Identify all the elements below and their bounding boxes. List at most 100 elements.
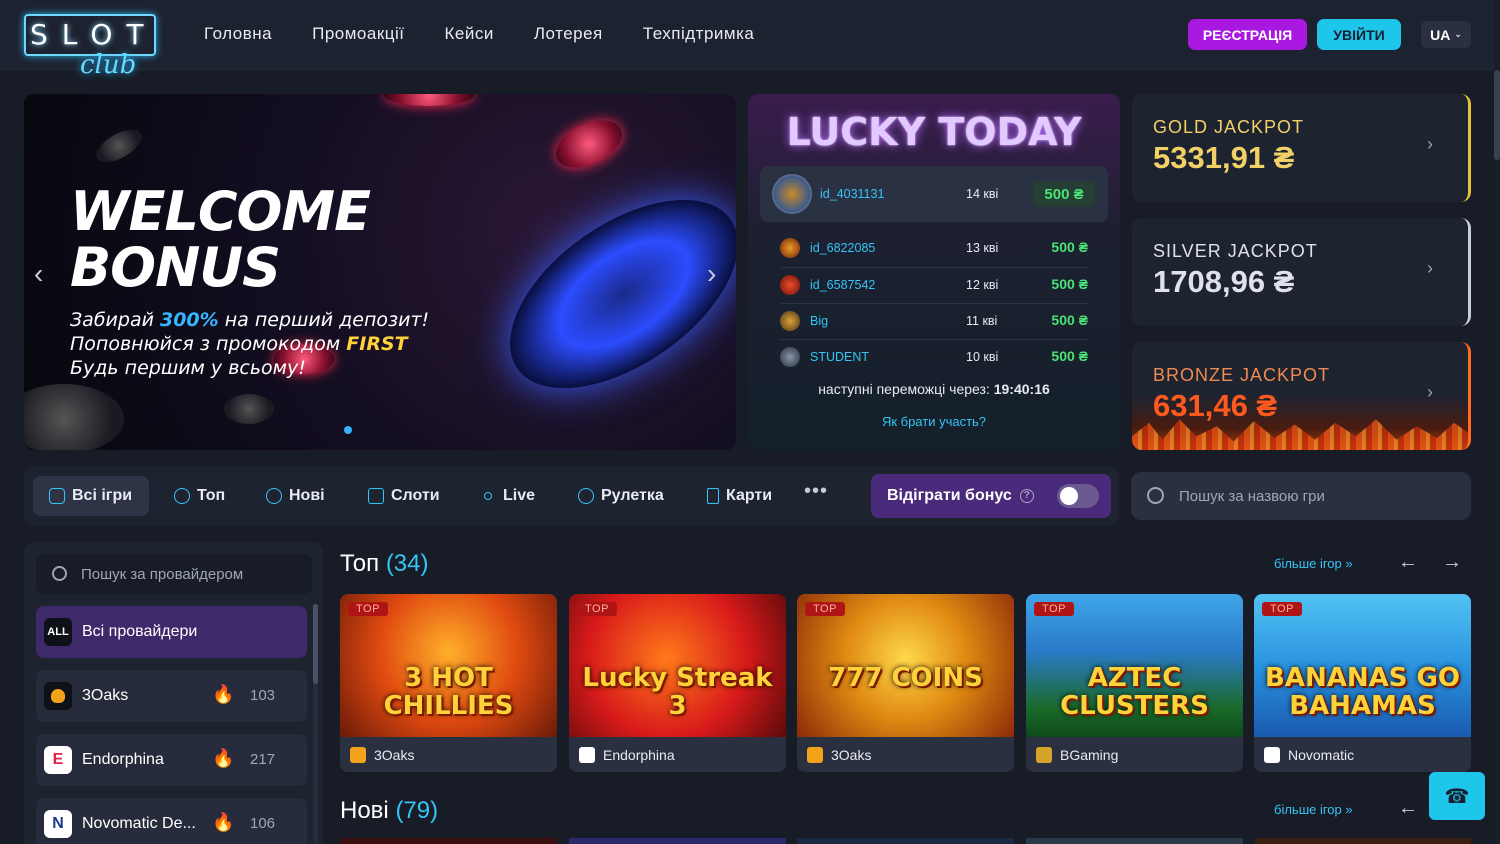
winner-amount: 500 ₴ bbox=[1051, 348, 1088, 364]
game-card[interactable]: Lucky Streak 3 TOP Endorphina bbox=[569, 594, 786, 772]
nav-support[interactable]: Техпідтримка bbox=[643, 24, 755, 44]
game-card[interactable]: AZTEC CLUSTERS TOP BGaming bbox=[1026, 594, 1243, 772]
support-chat-button[interactable]: ☎ bbox=[1429, 772, 1485, 820]
game-card[interactable]: BANANAS GO BAHAMAS TOP Novomatic bbox=[1254, 594, 1471, 772]
winner-user[interactable]: id_4031131 bbox=[820, 187, 884, 201]
game-search-input[interactable]: Пошук за назвою гри bbox=[1131, 472, 1471, 520]
tab-new[interactable]: Нові bbox=[266, 476, 325, 516]
game-card[interactable]: 777 COINS TOP 3Oaks bbox=[797, 594, 1014, 772]
game-title: 777 COINS bbox=[828, 663, 983, 693]
tab-all-games[interactable]: Всі ігри bbox=[33, 476, 149, 516]
new-games-row-edge bbox=[340, 838, 1471, 844]
more-categories-icon[interactable]: ••• bbox=[804, 480, 828, 503]
chevron-right-icon: › bbox=[1427, 134, 1433, 154]
search-icon bbox=[52, 566, 67, 581]
tab-live[interactable]: Live bbox=[484, 476, 535, 516]
bronze-jackpot-card[interactable]: BRONZE JACKPOT 631,46 ₴ › bbox=[1132, 342, 1471, 450]
winner-user[interactable]: Big bbox=[810, 314, 828, 328]
game-title: BANANAS GO BAHAMAS bbox=[1265, 663, 1460, 721]
provider-count: 103 bbox=[250, 687, 276, 704]
cards-icon bbox=[707, 488, 719, 504]
winner-amount: 500 ₴ bbox=[1051, 276, 1088, 292]
tab-top[interactable]: Топ bbox=[174, 476, 225, 516]
wager-bonus-toggle[interactable]: Відіграти бонус ? bbox=[871, 474, 1111, 518]
tab-roulette[interactable]: Рулетка bbox=[578, 476, 664, 516]
banner-next-arrow-icon[interactable]: › bbox=[707, 258, 716, 290]
fire-icon: 🔥 bbox=[212, 748, 235, 768]
winner-date: 11 кві bbox=[966, 314, 998, 328]
chip-illustration bbox=[24, 384, 124, 450]
silver-jackpot-card[interactable]: SILVER JACKPOT 1708,96 ₴ › bbox=[1132, 218, 1471, 326]
provider-sidebar: Пошук за провайдером ALL Всі провайдери … bbox=[24, 542, 323, 844]
game-provider: BGaming bbox=[1026, 737, 1243, 772]
arrow-left-icon[interactable]: ← bbox=[1398, 797, 1418, 820]
category-bar: Всі ігри Топ Нові Слоти Live Рулетка Кар… bbox=[24, 466, 1119, 526]
nav-home[interactable]: Головна bbox=[204, 24, 272, 44]
section-title-new: Нові (79) bbox=[340, 797, 439, 824]
lucky-winner-row: id_6587542 12 кві 500 ₴ bbox=[780, 275, 1088, 295]
chip-illustration bbox=[224, 394, 274, 424]
avatar bbox=[780, 238, 800, 258]
login-button[interactable]: УВІЙТИ bbox=[1317, 19, 1401, 50]
top-badge: TOP bbox=[1034, 602, 1074, 616]
provider-item-novomatic[interactable]: N Novomatic De... 🔥 106 bbox=[36, 798, 307, 844]
nav-cases[interactable]: Кейси bbox=[445, 24, 494, 44]
provider-scrollbar-thumb[interactable] bbox=[313, 604, 318, 684]
logo-text: SLOT bbox=[30, 18, 158, 51]
provider-item-3oaks[interactable]: 3Oaks 🔥 103 bbox=[36, 670, 307, 722]
avatar bbox=[772, 174, 812, 214]
nav-promotions[interactable]: Промоакції bbox=[312, 24, 404, 44]
jackpot-value: 1708,96 ₴ bbox=[1153, 264, 1295, 299]
game-card[interactable]: 3 HOT CHILLIES TOP 3Oaks bbox=[340, 594, 557, 772]
banner-line-3: Будь першим у всьому! bbox=[70, 357, 306, 379]
avatar bbox=[780, 275, 800, 295]
bgaming-icon bbox=[1036, 747, 1052, 763]
acorn-icon bbox=[807, 747, 823, 763]
winner-date: 12 кві bbox=[966, 278, 999, 292]
winner-user[interactable]: id_6587542 bbox=[810, 278, 875, 292]
site-logo[interactable]: SLOT club bbox=[24, 14, 156, 84]
chip-illustration bbox=[91, 123, 147, 169]
banner-line-1: Забирай 300% на перший депозит! bbox=[70, 309, 430, 331]
next-winners-timer: наступні переможці через: 19:40:16 bbox=[818, 381, 1050, 397]
arrow-left-icon[interactable]: ← bbox=[1398, 551, 1418, 574]
game-provider: Endorphina bbox=[569, 737, 786, 772]
top-badge: TOP bbox=[1262, 602, 1302, 616]
bonus-switch[interactable] bbox=[1057, 484, 1099, 508]
provider-item-all[interactable]: ALL Всі провайдери bbox=[36, 606, 307, 658]
arrow-right-icon[interactable]: → bbox=[1442, 551, 1462, 574]
language-select[interactable]: UA ⌄ bbox=[1421, 21, 1471, 48]
tab-slots[interactable]: Слоти bbox=[368, 476, 440, 516]
winner-user[interactable]: id_6822085 bbox=[810, 241, 875, 255]
provider-label: Endorphina bbox=[82, 751, 164, 768]
provider-search-input[interactable]: Пошук за провайдером bbox=[36, 554, 312, 594]
banner-prev-arrow-icon[interactable]: ‹ bbox=[34, 258, 43, 290]
lucky-winner-row: Big 11 кві 500 ₴ bbox=[780, 311, 1088, 331]
top-icon bbox=[174, 488, 190, 504]
endorphina-icon: E bbox=[44, 746, 72, 774]
register-button[interactable]: РЕЄСТРАЦІЯ bbox=[1188, 19, 1307, 50]
language-value: UA bbox=[1430, 26, 1451, 43]
page-scrollbar-thumb[interactable] bbox=[1494, 70, 1500, 160]
chip-illustration bbox=[548, 111, 630, 177]
tab-cards[interactable]: Карти bbox=[707, 476, 772, 516]
lucky-winner-row: id_6822085 13 кві 500 ₴ bbox=[780, 238, 1088, 258]
jackpot-name: GOLD JACKPOT bbox=[1153, 117, 1305, 137]
more-games-link[interactable]: більше ігор » bbox=[1274, 802, 1353, 817]
promo-banner[interactable]: WELCOME BONUS Забирай 300% на перший деп… bbox=[24, 94, 736, 450]
help-icon[interactable]: ? bbox=[1019, 489, 1034, 503]
chip-illustration bbox=[384, 94, 474, 106]
top-badge: TOP bbox=[805, 602, 845, 616]
banner-pagination-dot[interactable] bbox=[344, 426, 352, 434]
divider bbox=[780, 303, 1088, 304]
more-games-link[interactable]: більше ігор » bbox=[1274, 556, 1353, 571]
nav-lottery[interactable]: Лотерея bbox=[534, 24, 603, 44]
fire-icon: 🔥 bbox=[212, 812, 235, 832]
winner-user[interactable]: STUDENT bbox=[810, 350, 869, 364]
provider-item-endorphina[interactable]: E Endorphina 🔥 217 bbox=[36, 734, 307, 786]
divider bbox=[780, 339, 1088, 340]
search-icon bbox=[1147, 487, 1164, 504]
gold-jackpot-card[interactable]: GOLD JACKPOT 5331,91 ₴ › bbox=[1132, 94, 1471, 202]
chevron-right-icon: › bbox=[1427, 382, 1433, 402]
how-to-participate-link[interactable]: Як брати участь? bbox=[748, 414, 1120, 429]
